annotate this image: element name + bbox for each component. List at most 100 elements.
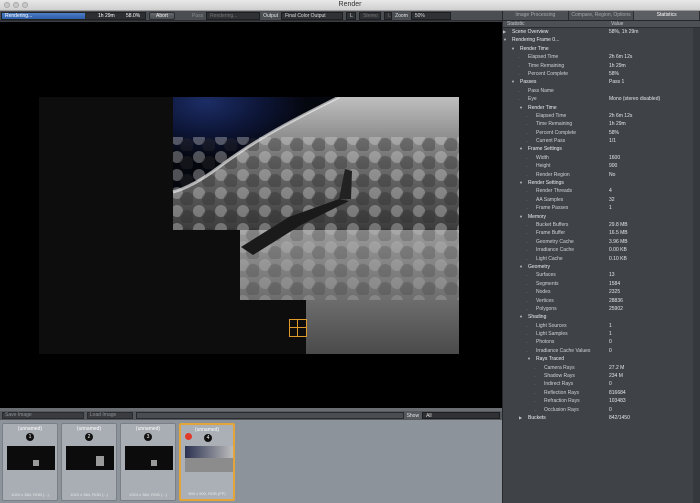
statistics-row[interactable]: – Polygons 25902 (503, 305, 700, 313)
statistics-row[interactable]: – Reflection Rays 816684 (503, 389, 700, 397)
statistics-row[interactable]: – Shadow Rays 234 M (503, 372, 700, 380)
statistics-row[interactable]: – Camera Rays 27.2 M (503, 364, 700, 372)
statistics-row[interactable]: ▼ Geometry (503, 263, 700, 271)
statistics-row[interactable]: – Vertices 28836 (503, 297, 700, 305)
expanded-triangle-icon[interactable]: ▼ (511, 45, 515, 53)
statistics-row[interactable]: – Render Threads 4 (503, 187, 700, 195)
statistics-scrollbar[interactable] (693, 28, 700, 503)
tree-branch-icon: – (526, 154, 529, 160)
statistics-row[interactable]: ▼ Render Time (503, 104, 700, 112)
tree-branch-icon: – (526, 163, 529, 169)
statistics-row[interactable]: – Current Pass 1/1 (503, 137, 700, 145)
statistics-row[interactable]: ▼ Rays Traced (503, 355, 700, 363)
expanded-triangle-icon[interactable]: ▼ (519, 145, 523, 153)
channel-select[interactable]: L (346, 11, 357, 20)
value-column-header[interactable]: Value (607, 21, 623, 27)
statistics-row[interactable]: ▼ Passes Pass 1 (503, 78, 700, 86)
expanded-triangle-icon[interactable]: ▼ (519, 263, 523, 271)
collapsed-triangle-icon[interactable]: ▶ (503, 28, 506, 36)
stereo-select[interactable]: Stereo (359, 11, 382, 20)
statistics-row[interactable]: – Percent Complete 58% (503, 129, 700, 137)
progress-status: Rendering... (5, 12, 33, 19)
statistics-row[interactable]: ▼ Render Settings (503, 179, 700, 187)
statistics-row[interactable]: ▼ Frame Settings (503, 145, 700, 153)
tree-branch-icon: – (526, 289, 529, 295)
statistics-row[interactable]: – Refraction Rays 103483 (503, 397, 700, 405)
statistics-row[interactable]: – Bucket Buffers 29.8 MB (503, 221, 700, 229)
statistics-row[interactable]: – Width 1600 (503, 154, 700, 162)
statistics-row[interactable]: ▼ Render Time (503, 45, 700, 53)
statistics-row[interactable]: ▼ Rendering Frame 0... (503, 36, 700, 44)
expanded-triangle-icon[interactable]: ▼ (503, 36, 507, 44)
zoom-select[interactable]: 50% (410, 11, 451, 20)
image-thumbnail[interactable]: (unnamed) 1 1024 x 384, RGB (...) (2, 423, 58, 501)
pass-select[interactable]: Rendering... (206, 11, 261, 20)
collapsed-triangle-icon[interactable]: ▶ (519, 414, 522, 422)
load-image-button[interactable]: Load Image (86, 412, 133, 419)
tree-branch-icon: – (526, 247, 529, 253)
statistics-row[interactable]: – Frame Buffer 16.5 MB (503, 229, 700, 237)
statistics-row[interactable]: – Irradiance Cache Values 0 (503, 347, 700, 355)
tree-branch-icon: – (518, 70, 521, 76)
expanded-triangle-icon[interactable]: ▼ (519, 179, 523, 187)
statistic-name: Elapsed Time (536, 112, 567, 119)
render-viewport[interactable] (0, 22, 502, 408)
save-image-button[interactable]: Save Image (2, 412, 84, 419)
show-select[interactable]: All (422, 412, 500, 419)
statistics-row[interactable]: ▼ Shading (503, 313, 700, 321)
statistics-row[interactable]: ▶ Scene Overview 58%, 1h 29m (503, 28, 700, 36)
expanded-triangle-icon[interactable]: ▼ (511, 78, 515, 86)
statistic-name: Refraction Rays (544, 398, 580, 405)
image-thumbnail[interactable]: (unnamed) 3 1024 x 384, RGB (...) (120, 423, 176, 501)
statistics-row[interactable]: ▼ Memory (503, 213, 700, 221)
statistic-name: Occlusion Rays (544, 406, 579, 413)
expanded-triangle-icon[interactable]: ▼ (519, 213, 523, 221)
statistics-tree: ▶ Scene Overview 58%, 1h 29m ▼ Rendering Fra… (503, 28, 700, 422)
statistic-name: Polygons (536, 305, 557, 312)
tab-image-processing[interactable]: Image Processing (503, 11, 569, 20)
statistics-row[interactable]: – Eye Mono (stereo disabled) (503, 95, 700, 103)
statistics-row[interactable]: – Indirect Rays 0 (503, 380, 700, 388)
statistics-row[interactable]: – Light Cache 0.10 KB (503, 255, 700, 263)
statistics-row[interactable]: – AA Samples 32 (503, 196, 700, 204)
image-thumbnail[interactable]: (unnamed) 2 1024 x 384, RGB (...) (61, 423, 117, 501)
tab-compare-region-options[interactable]: Compare, Region, Options (568, 11, 635, 20)
tree-branch-icon: – (526, 112, 529, 118)
statistics-row[interactable]: – Occlusion Rays 0 (503, 406, 700, 414)
statistics-row[interactable]: – Time Remaining 1h 29m (503, 120, 700, 128)
statistics-row[interactable]: ▶ Buckets 842/1450 (503, 414, 700, 422)
image-thumbnail[interactable]: (unnamed) 4 900 x 900, RGB (FP) (179, 423, 235, 501)
statistic-value: 1 (609, 331, 612, 338)
statistics-row[interactable]: – Segments 1584 (503, 280, 700, 288)
image-filter-field[interactable] (135, 412, 404, 419)
statistics-row[interactable]: – Light Samples 1 (503, 330, 700, 338)
statistics-row[interactable]: – Pass Name (503, 87, 700, 95)
statistic-value: No (609, 171, 616, 178)
statistics-row[interactable]: – Surfaces 13 (503, 271, 700, 279)
statistics-row[interactable]: – Elapsed Time 2h 6m 12s (503, 112, 700, 120)
statistics-row[interactable]: – Nodes 2325 (503, 288, 700, 296)
statistics-row[interactable]: – Height 900 (503, 162, 700, 170)
abort-button[interactable]: Abort (149, 11, 175, 20)
expanded-triangle-icon[interactable]: ▼ (519, 104, 523, 112)
expanded-triangle-icon[interactable]: ▼ (519, 313, 523, 321)
statistics-row[interactable]: – Time Remaining 1h 29m (503, 62, 700, 70)
statistics-row[interactable]: – Light Sources 1 (503, 322, 700, 330)
output-select[interactable]: Final Color Output (281, 11, 344, 20)
statistics-row[interactable]: – Render Region No (503, 171, 700, 179)
statistics-row[interactable]: – Irradiance Cache 0.00 KB (503, 246, 700, 254)
statistics-row[interactable]: – Geometry Cache 3.96 MB (503, 238, 700, 246)
tab-statistics[interactable]: Statistics (634, 11, 700, 20)
title-bar: Render (0, 0, 700, 11)
statistics-row[interactable]: – Photons 0 (503, 338, 700, 346)
thumbnail-caption: 1024 x 384, RGB (...) (129, 492, 167, 497)
statistic-column-header[interactable]: Statistic (503, 21, 607, 27)
tree-branch-icon: – (534, 398, 537, 404)
tree-branch-icon: – (534, 389, 537, 395)
stereo-eye-select[interactable]: L (384, 11, 393, 20)
stereo-eye-value: L (388, 12, 391, 19)
statistics-row[interactable]: – Frame Passes 1 (503, 204, 700, 212)
statistics-row[interactable]: – Percent Complete 58% (503, 70, 700, 78)
expanded-triangle-icon[interactable]: ▼ (527, 355, 531, 363)
statistics-row[interactable]: – Elapsed Time 2h 6m 12s (503, 53, 700, 61)
